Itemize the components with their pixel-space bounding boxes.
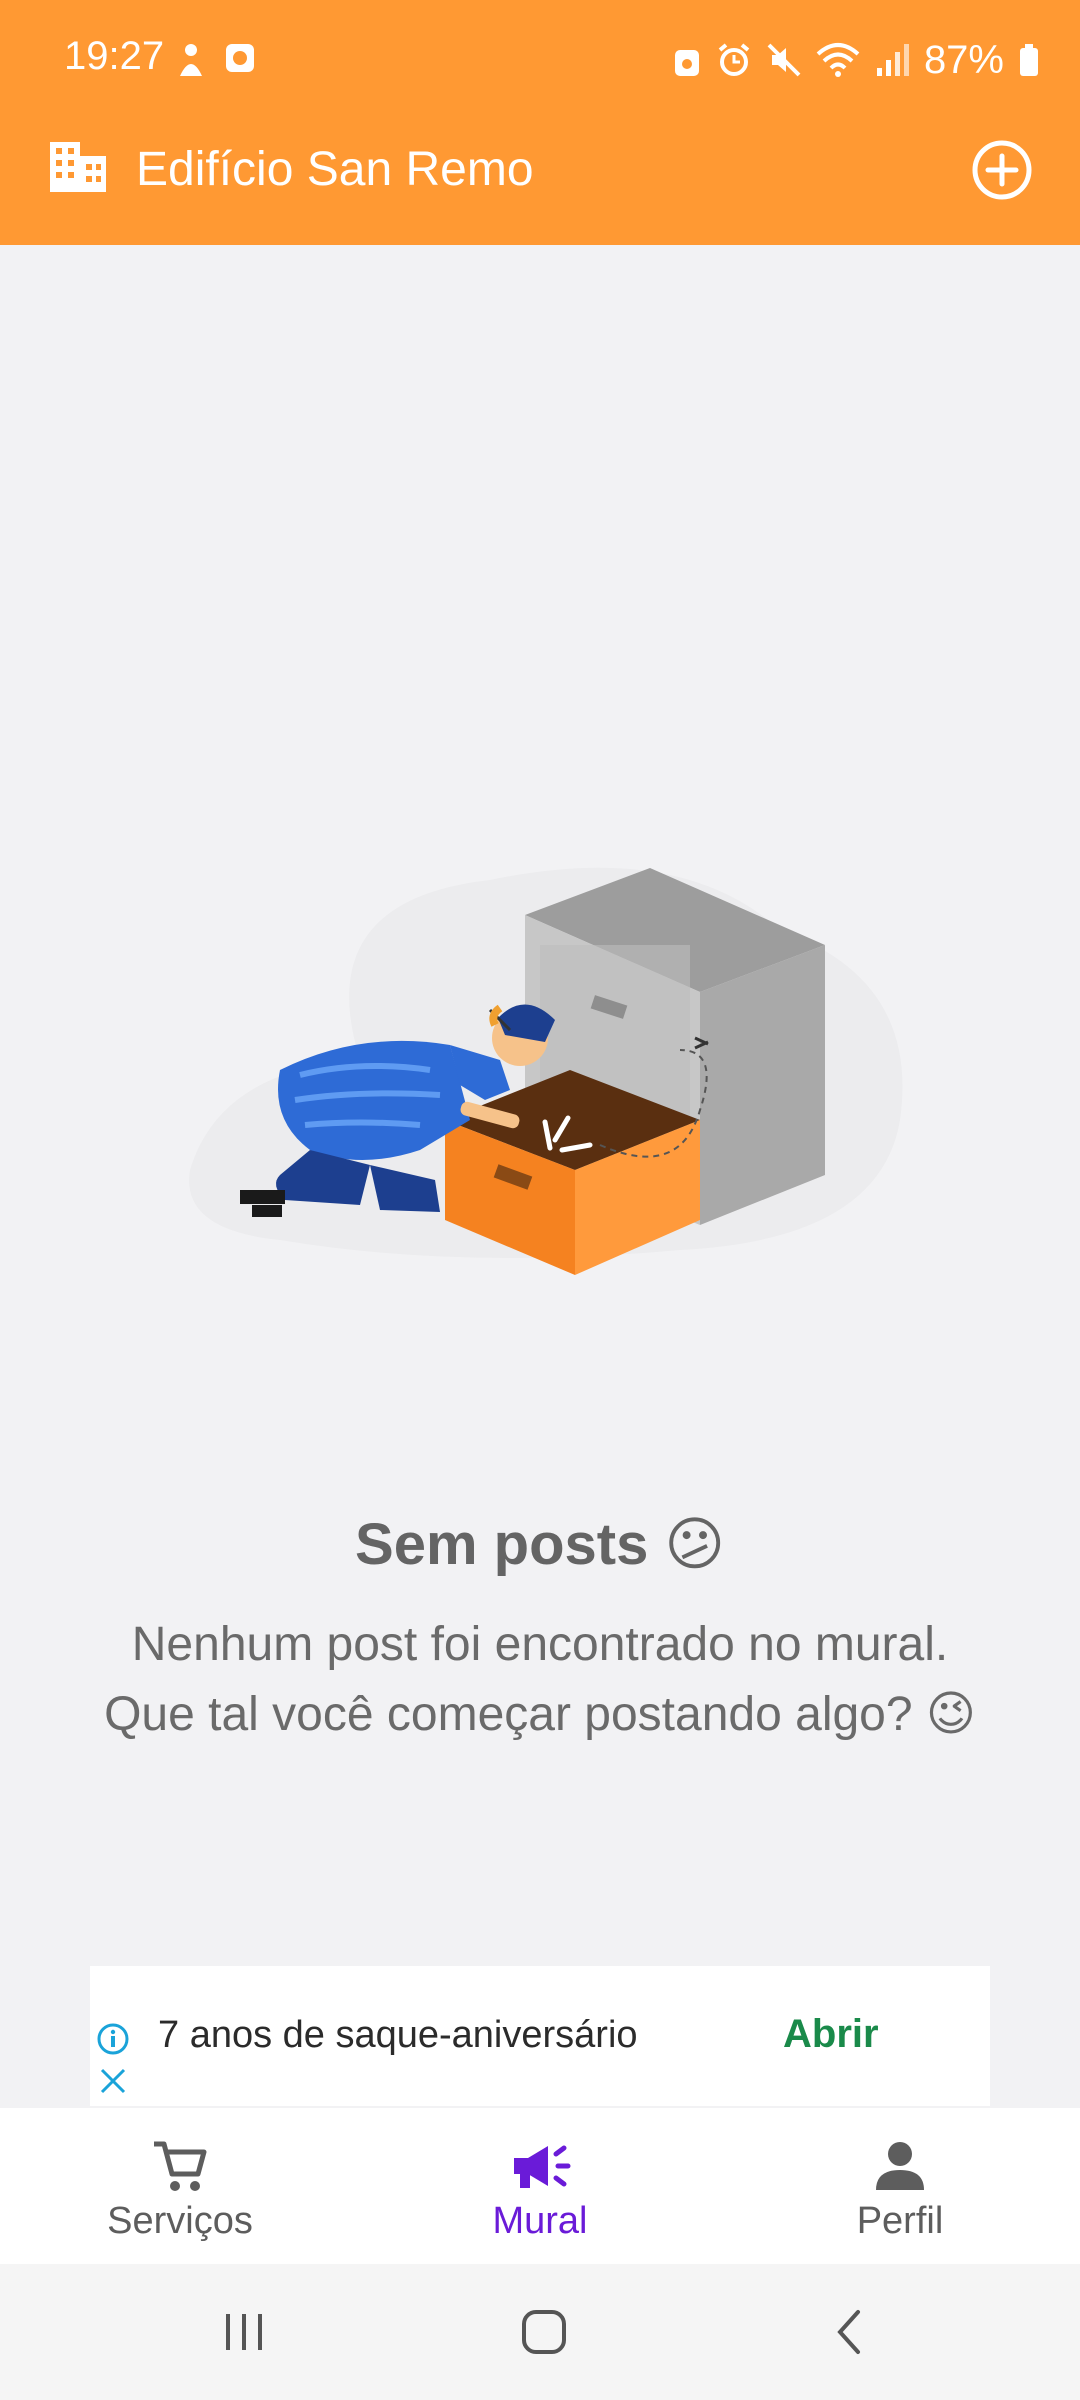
empty-state-message-line2: Que tal você começar postando algo? 😉 (104, 1688, 976, 1741)
info-icon[interactable] (96, 2022, 130, 2056)
ad-banner[interactable]: 7 anos de saque-aniversário Abrir (90, 1966, 990, 2106)
empty-state-illustration (189, 867, 903, 1275)
status-time: 19:27 (64, 34, 165, 78)
nav-item-perfil[interactable]: Perfil (720, 2108, 1080, 2264)
add-circle-icon[interactable] (970, 138, 1034, 202)
megaphone-icon (514, 2145, 571, 2188)
page-title: Edifício San Remo (136, 143, 534, 196)
notification-icon (180, 44, 202, 76)
system-navigation-bar (0, 2264, 1080, 2400)
wifi-icon (816, 43, 860, 77)
mute-icon (767, 43, 801, 77)
home-icon[interactable] (514, 2302, 574, 2362)
recents-icon[interactable] (214, 2302, 274, 2362)
ad-open-button[interactable]: Abrir (783, 2012, 879, 2057)
nav-label-mural: Mural (492, 2200, 588, 2242)
nav-label-servicos: Serviços (107, 2200, 253, 2242)
building-icon (50, 142, 106, 192)
nav-label-perfil: Perfil (856, 2200, 944, 2242)
battery-percent: 87% (923, 37, 1004, 82)
close-icon[interactable] (98, 2066, 128, 2096)
status-icons: 87% (672, 30, 1040, 90)
alarm-icon (718, 43, 750, 76)
bag-icon (674, 50, 699, 76)
app-notification-icon (226, 44, 254, 72)
app-header: 19:27 87% Edifício San Remo (0, 0, 1080, 245)
bottom-navigation: Serviços Mural Perfil (0, 2108, 1080, 2264)
nav-item-mural[interactable]: Mural (360, 2108, 720, 2264)
nav-item-servicos[interactable]: Serviços (0, 2108, 360, 2264)
person-icon (876, 2142, 924, 2190)
back-icon[interactable] (820, 2302, 880, 2362)
signal-icon (876, 44, 909, 76)
battery-icon (1020, 44, 1038, 76)
cart-icon (154, 2141, 207, 2191)
empty-state-message-line1: Nenhum post foi encontrado no mural. (131, 1618, 949, 1671)
empty-state-title: Sem posts 😕 (355, 1512, 725, 1577)
ad-text: 7 anos de saque-aniversário (158, 2014, 638, 2056)
empty-state-message: Nenhum post foi encontrado no mural. Que… (60, 1610, 1020, 1750)
